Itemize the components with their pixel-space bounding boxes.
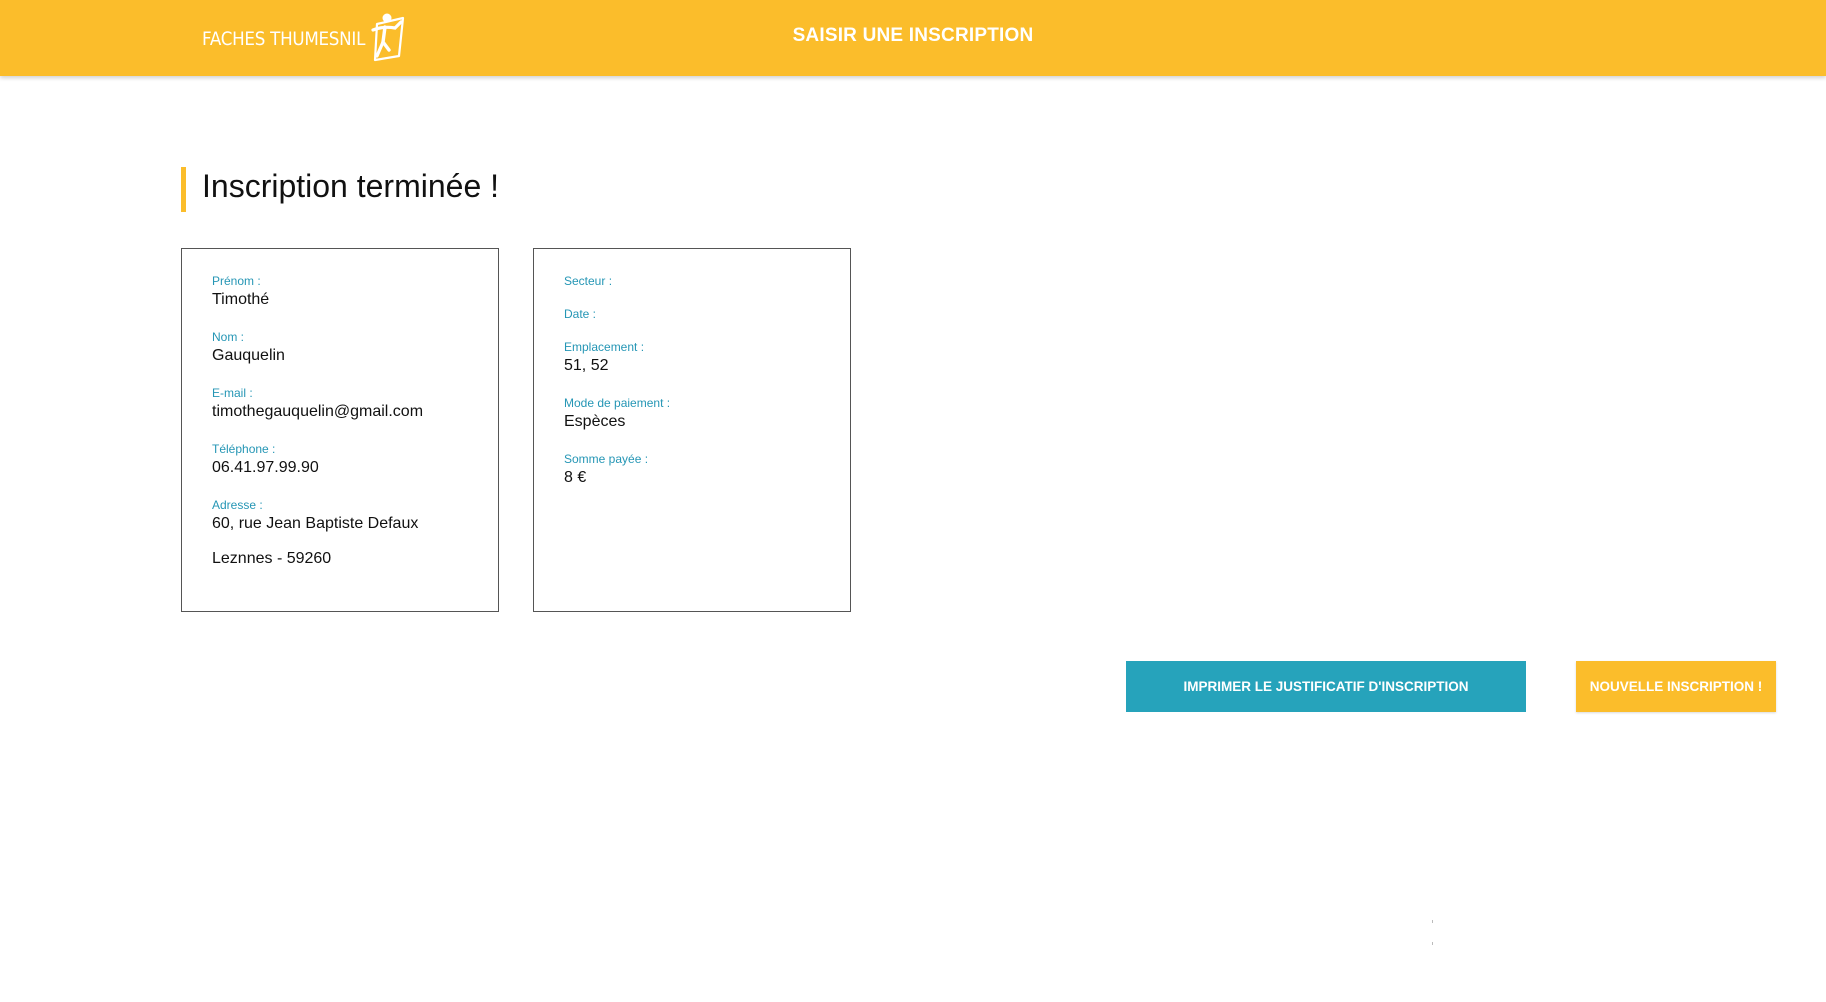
somme-field: Somme payée : 8 € [564, 452, 850, 488]
adresse-line1: 60, rue Jean Baptiste Defaux [212, 515, 419, 532]
secteur-field: Secteur : [564, 274, 850, 289]
divider-tick [1432, 920, 1433, 923]
page-title: Inscription terminée ! [202, 168, 500, 204]
person-details-card: Prénom : Timothé Nom : Gauquelin E-mail … [181, 248, 499, 612]
nom-field: Nom : Gauquelin [212, 330, 498, 366]
date-label: Date : [564, 307, 597, 321]
nom-value: Gauquelin [212, 347, 285, 364]
prenom-label: Prénom : [212, 274, 261, 288]
paiement-field: Mode de paiement : Espèces [564, 396, 850, 432]
prenom-value: Timothé [212, 291, 270, 308]
telephone-label: Téléphone : [212, 442, 276, 456]
email-field: E-mail : timothegauquelin@gmail.com [212, 386, 498, 422]
somme-value: 8 € [564, 469, 587, 486]
app-header: FACHES THUMESNIL SAISIR UNE INSCRIPTION [0, 0, 1826, 76]
secteur-label: Secteur : [564, 274, 613, 288]
somme-label: Somme payée : [564, 452, 649, 466]
print-receipt-button[interactable]: IMPRIMER LE JUSTIFICATIF D'INSCRIPTION [1126, 661, 1526, 712]
emplacement-value: 51, 52 [564, 357, 609, 374]
emplacement-label: Emplacement : [564, 340, 645, 354]
header-title: SAISIR UNE INSCRIPTION [792, 25, 1034, 46]
nom-label: Nom : [212, 330, 245, 344]
adresse-label: Adresse : [212, 498, 263, 512]
divider-tick [1432, 942, 1433, 945]
title-accent-bar [181, 167, 186, 212]
email-value: timothegauquelin@gmail.com [212, 403, 424, 420]
date-field: Date : [564, 307, 850, 322]
paiement-label: Mode de paiement : [564, 396, 671, 410]
telephone-field: Téléphone : 06.41.97.99.90 [212, 442, 498, 478]
prenom-field: Prénom : Timothé [212, 274, 498, 310]
paiement-value: Espèces [564, 413, 626, 430]
booking-details-card: Secteur : Date : Emplacement : 51, 52 Mo… [533, 248, 851, 612]
adresse-line2: Leznnes - 59260 [212, 550, 332, 567]
emplacement-field: Emplacement : 51, 52 [564, 340, 850, 376]
email-label: E-mail : [212, 386, 253, 400]
adresse-field: Adresse : 60, rue Jean Baptiste Defaux L… [212, 498, 498, 569]
new-registration-button[interactable]: NOUVELLE INSCRIPTION ! [1576, 661, 1776, 712]
telephone-value: 06.41.97.99.90 [212, 459, 319, 476]
